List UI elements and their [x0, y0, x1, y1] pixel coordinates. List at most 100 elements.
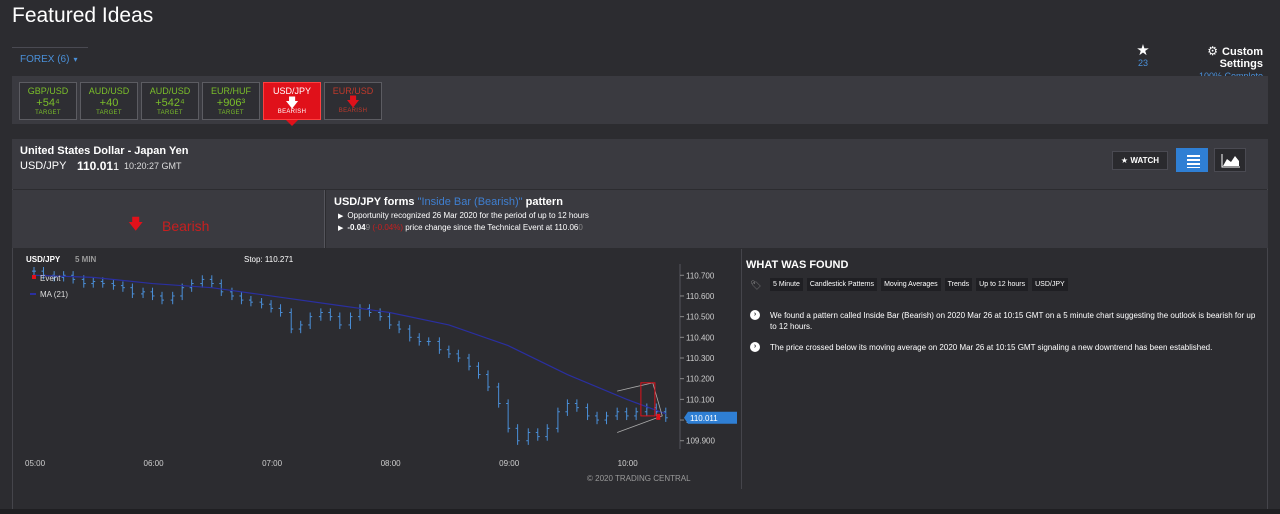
idea-tile-eur-usd[interactable]: EUR/USD 🡇 BEARISH — [324, 82, 382, 120]
tag-chip[interactable]: USD/JPY — [1032, 278, 1068, 291]
idea-tile-gbp-usd[interactable]: GBP/USD +54⁴ TARGET — [19, 82, 77, 120]
x-tick-label: 08:00 — [381, 459, 402, 468]
y-tick-label: 109.900 — [686, 437, 715, 446]
y-tick-label: 110.200 — [686, 375, 715, 384]
pattern-title-post: pattern — [522, 196, 563, 208]
list-view-button[interactable] — [1176, 148, 1208, 172]
instrument-symbol: USD/JPY — [20, 160, 67, 172]
chevron-right-icon: ▶ — [338, 225, 344, 232]
x-tick-label: 07:00 — [262, 459, 283, 468]
favorites-button[interactable]: ★ 23 — [1134, 42, 1152, 68]
tile-tag: TARGET — [96, 110, 122, 116]
pattern-opportunity-line: ▶ Opportunity recognized 26 Mar 2020 for … — [338, 211, 589, 220]
idea-tile-eur-huf[interactable]: EUR/HUF +906³ TARGET — [202, 82, 260, 120]
star-icon: ★ — [1136, 42, 1150, 59]
tile-pair: EUR/HUF — [211, 86, 251, 96]
legend-event-swatch — [32, 275, 36, 279]
idea-tile-aud-usd[interactable]: AUD/USD +542⁴ TARGET — [141, 82, 199, 120]
legend-ma-label: MA (21) — [40, 290, 68, 299]
event-box — [640, 382, 656, 417]
chart-view-button[interactable] — [1214, 148, 1246, 172]
tile-pair: AUD/USD — [88, 86, 130, 96]
tile-value: +40 — [99, 97, 119, 109]
tile-value: +542⁴ — [155, 97, 185, 109]
legend-event-label: Event — [40, 274, 61, 283]
finding-item-2: › The price crossed below its moving aver… — [750, 342, 1260, 353]
idea-tile-usd-jpy[interactable]: USD/JPY 🡇 BEARISH — [263, 82, 321, 120]
watch-button[interactable]: ★ WATCH — [1112, 151, 1168, 170]
tile-value: +54⁴ — [36, 97, 60, 109]
list-icon — [1187, 155, 1200, 168]
chevron-right-icon: › — [750, 342, 760, 352]
y-tick-label: 110.400 — [686, 333, 715, 342]
down-arrow-icon: 🡇 — [128, 216, 144, 233]
tag-chip[interactable]: Candlestick Patterns — [806, 278, 878, 291]
x-tick-label: 09:00 — [499, 459, 520, 468]
pattern-change-line: ▶ -0.049 (-0.04%) price change since the … — [338, 223, 583, 232]
change-value: -0.04 — [347, 223, 366, 232]
tile-pair: AUD/USD — [149, 86, 191, 96]
tile-tag: BEARISH — [338, 108, 368, 114]
tag-icon: 🏷 — [750, 280, 762, 290]
y-tick-label: 110.300 — [686, 354, 715, 363]
page-footer-bar — [0, 509, 1280, 514]
custom-settings-label: Custom Settings — [1219, 46, 1263, 70]
y-tick-label: 110.100 — [686, 395, 715, 404]
star-icon: ★ — [1120, 156, 1131, 165]
tile-tag: TARGET — [157, 110, 183, 116]
instrument-price: 110.011 — [77, 159, 119, 173]
opportunity-text: Opportunity recognized 26 Mar 2020 for t… — [347, 211, 589, 220]
pattern-title-pre: USD/JPY forms — [334, 196, 418, 208]
price-main: 110.01 — [77, 159, 114, 173]
stop-level: Stop: 110.271 — [244, 255, 294, 264]
chart-interval: 5 MIN — [75, 255, 97, 264]
forex-filter-dropdown[interactable]: FOREX (6) ▾ — [12, 47, 88, 71]
tag-chip[interactable]: Trends — [944, 278, 973, 291]
x-tick-label: 06:00 — [144, 459, 165, 468]
chart-symbol: USD/JPY — [26, 255, 61, 264]
x-tick-label: 05:00 — [25, 459, 46, 468]
tag-list: 5 Minute Candlestick Patterns Moving Avera… — [770, 278, 1068, 291]
tile-tag: TARGET — [218, 110, 244, 116]
tag-chip[interactable]: Moving Averages — [881, 278, 941, 291]
y-tick-label: 110.700 — [686, 271, 715, 280]
forex-filter-label: FOREX (6) — [20, 54, 70, 65]
finding-text-1: We found a pattern called Inside Bar (Be… — [770, 311, 1256, 331]
x-tick-label: 10:00 — [618, 459, 639, 468]
active-tile-pointer — [286, 120, 298, 126]
down-arrow-icon: 🡇 — [285, 95, 299, 110]
down-arrow-icon: 🡇 — [346, 94, 360, 109]
change-text-small: 0 — [578, 223, 583, 232]
chart-copyright: © 2020 TRADING CENTRAL — [587, 474, 691, 483]
tag-chip[interactable]: 5 Minute — [770, 278, 803, 291]
y-tick-label: 110.600 — [686, 292, 715, 301]
y-tick-label: 110.500 — [686, 313, 715, 322]
idea-tile-aud-usd[interactable]: AUD/USD +40 TARGET — [80, 82, 138, 120]
signal-label: Bearish — [162, 218, 210, 234]
tile-tag: BEARISH — [277, 109, 307, 115]
price-time: 10:20:27 GMT — [124, 161, 182, 171]
instrument-name: United States Dollar - Japan Yen — [20, 145, 189, 157]
gear-icon: ⚙ — [1207, 44, 1219, 58]
ideas-strip — [12, 76, 1268, 124]
found-title: WHAT WAS FOUND — [746, 259, 849, 271]
chevron-right-icon: ▶ — [338, 213, 344, 220]
divider — [741, 249, 742, 489]
watch-label: WATCH — [1130, 156, 1160, 165]
price-small-digit: 1 — [113, 161, 120, 173]
change-percent: (-0.04%) — [372, 223, 403, 232]
area-chart-icon — [1221, 154, 1240, 168]
tile-pair: GBP/USD — [27, 86, 69, 96]
chevron-right-icon: › — [750, 310, 760, 320]
price-chart-svg: 110.700 110.600 110.500 110.400 110.300 110.2… — [25, 255, 737, 483]
favorites-count: 23 — [1137, 58, 1148, 68]
tile-value: +906³ — [216, 97, 246, 109]
change-text: price change since the Technical Event a… — [403, 223, 579, 232]
tag-chip[interactable]: Up to 12 hours — [976, 278, 1029, 291]
signal-panel: 🡇 Bearish — [12, 190, 325, 248]
finding-text-2: The price crossed below its moving avera… — [770, 343, 1213, 352]
pattern-name-link[interactable]: "Inside Bar (Bearish)" — [418, 196, 523, 208]
event-marker — [656, 413, 661, 420]
price-chart[interactable]: 110.700 110.600 110.500 110.400 110.300 110.2… — [12, 249, 741, 489]
current-price-label: 110.011 — [690, 414, 718, 423]
